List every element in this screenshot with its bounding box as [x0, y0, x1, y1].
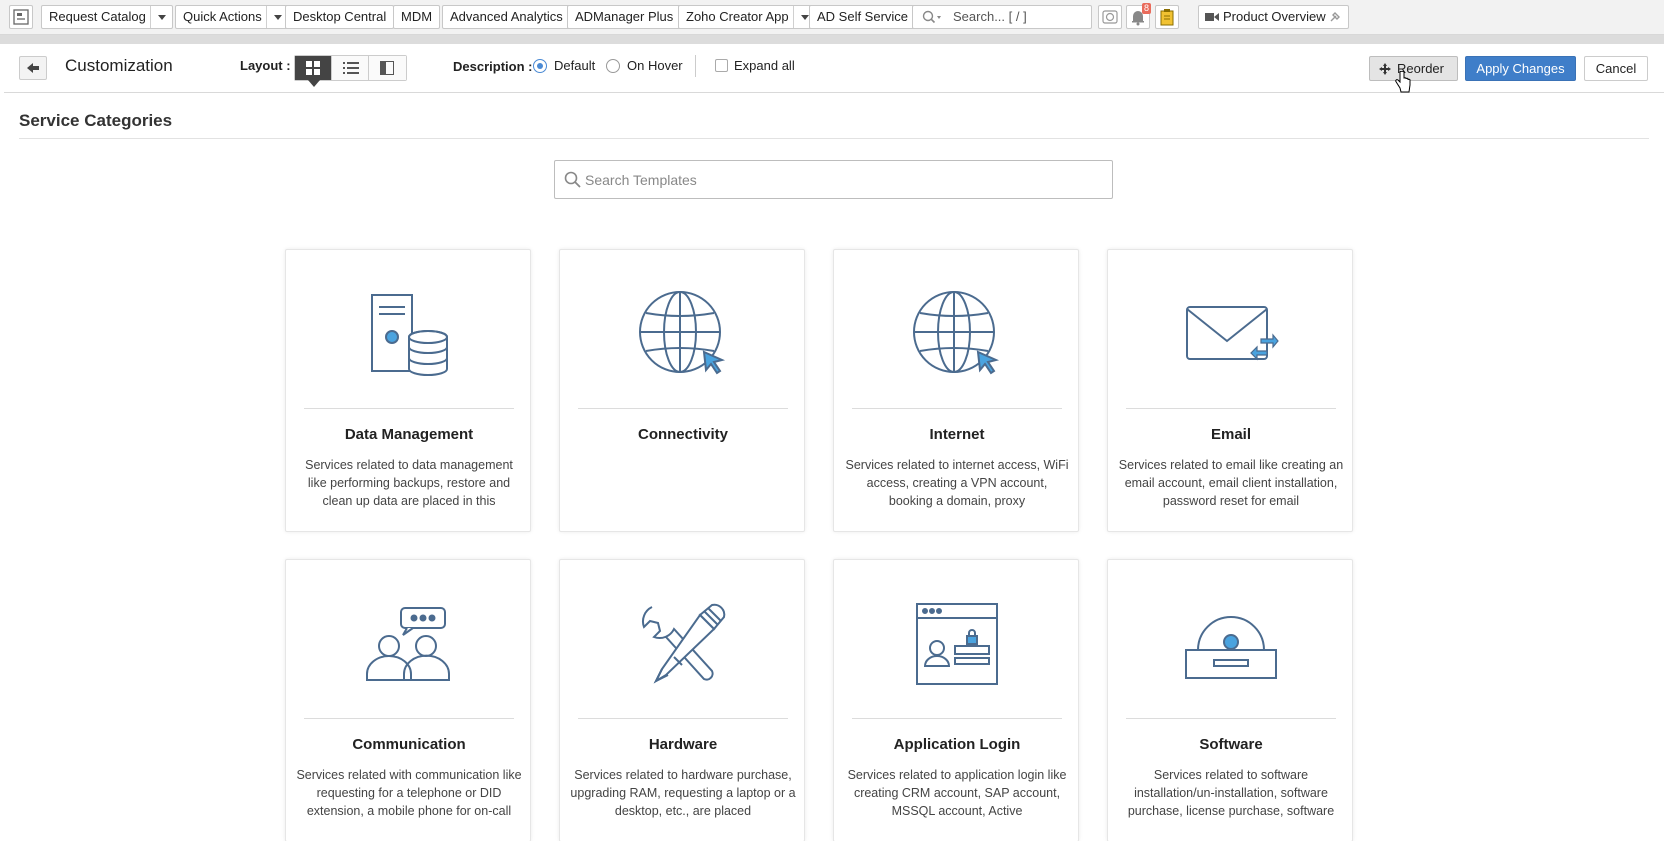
request-catalog-label: Request Catalog	[49, 9, 146, 24]
layout-split-button[interactable]	[369, 56, 406, 80]
global-search-placeholder: Search... [ / ]	[953, 9, 1027, 24]
video-camera-icon	[1205, 13, 1219, 21]
product-overview-label: Product Overview	[1223, 9, 1326, 24]
quick-actions-label: Quick Actions	[183, 9, 262, 24]
cancel-label: Cancel	[1595, 61, 1637, 76]
globe-cursor-icon	[913, 291, 1000, 375]
back-button[interactable]	[19, 56, 47, 80]
description-label: Description :	[453, 59, 533, 74]
category-card-hardware[interactable]: Hardware Services related to hardware pu…	[559, 559, 805, 841]
wrench-screwdriver-icon	[641, 603, 726, 684]
category-title: Application Login	[893, 736, 1021, 753]
category-title: Hardware	[648, 736, 718, 753]
reorder-button[interactable]: Reorder	[1369, 56, 1458, 81]
notification-count-badge: 8	[1142, 3, 1152, 14]
description-default-label: Default	[554, 58, 596, 73]
desktop-central-label: Desktop Central	[293, 9, 387, 24]
zoho-creator-app-label: Zoho Creator App	[686, 9, 789, 24]
customization-header: Customization Layout : Description : Def…	[4, 44, 1664, 93]
cancel-button[interactable]: Cancel	[1584, 56, 1648, 81]
envelope-icon	[1186, 306, 1279, 361]
advanced-analytics-label: Advanced Analytics	[450, 9, 563, 24]
ad-self-service-button[interactable]: AD Self Service	[809, 5, 917, 29]
search-icon	[564, 171, 581, 188]
category-card-application-login[interactable]: Application Login Services related to ap…	[833, 559, 1079, 841]
description-default-radio[interactable]	[533, 59, 547, 73]
category-card-internet[interactable]: Internet Services related to internet ac…	[833, 249, 1079, 532]
pin-icon[interactable]	[1328, 10, 1342, 24]
mdm-label: MDM	[401, 9, 433, 24]
category-card-communication[interactable]: Communication Services related with comm…	[285, 559, 531, 841]
desktop-central-button[interactable]: Desktop Central	[285, 5, 395, 29]
disc-drive-icon	[1185, 616, 1277, 679]
clock-icon[interactable]	[1098, 5, 1122, 29]
move-icon	[1379, 63, 1391, 75]
apply-changes-button[interactable]: Apply Changes	[1465, 56, 1576, 81]
category-title: Data Management	[344, 426, 474, 443]
split-pane-icon	[380, 61, 394, 75]
global-search-input[interactable]: Search... [ / ]	[912, 5, 1092, 29]
header-separator	[695, 55, 696, 77]
category-title: Internet	[929, 426, 985, 443]
description-on-hover-radio[interactable]	[606, 59, 620, 73]
chevron-down-icon[interactable]	[149, 6, 172, 28]
category-description: Services related to software installatio…	[1127, 768, 1335, 818]
category-description: Services related to hardware purchase, u…	[570, 768, 796, 818]
request-catalog-button[interactable]: Request Catalog	[41, 5, 173, 29]
category-description: Services related to email like creating …	[1118, 458, 1344, 508]
layout-switcher	[294, 55, 407, 87]
template-search-input[interactable]	[585, 167, 1085, 193]
description-on-hover-label: On Hover	[627, 58, 683, 73]
grid-icon	[306, 61, 320, 75]
category-card-connectivity[interactable]: Connectivity	[559, 249, 805, 532]
category-description: Services related to internet access, WiF…	[845, 458, 1069, 508]
apply-changes-label: Apply Changes	[1476, 61, 1565, 76]
advanced-analytics-button[interactable]: Advanced Analytics	[442, 5, 571, 29]
category-card-email[interactable]: Email Services related to email like cre…	[1107, 249, 1353, 532]
category-title: Software	[1199, 736, 1263, 753]
category-title: Connectivity	[637, 426, 728, 443]
page-title: Customization	[65, 56, 173, 75]
section-title: Service Categories	[19, 111, 173, 130]
ad-self-service-label: AD Self Service	[817, 9, 909, 24]
zoho-creator-app-button[interactable]: Zoho Creator App	[678, 5, 816, 29]
top-toolbar: Request Catalog Quick Actions Desktop Ce…	[0, 0, 1664, 44]
category-description: Services related to data management like…	[305, 458, 513, 508]
admanager-plus-button[interactable]: ADManager Plus	[567, 5, 682, 29]
expand-all-label: Expand all	[734, 58, 795, 73]
mdm-button[interactable]: MDM	[393, 5, 441, 29]
hand-cursor-icon	[1395, 71, 1411, 93]
people-chat-icon	[366, 607, 450, 681]
product-overview-button[interactable]: Product Overview	[1198, 5, 1349, 29]
category-card-data-management[interactable]: Data Management Services related to data…	[285, 249, 531, 532]
layout-label: Layout :	[240, 58, 291, 73]
expand-all-checkbox[interactable]	[715, 59, 728, 72]
clipboard-icon[interactable]	[1155, 5, 1179, 29]
toolbar-divider	[0, 35, 1664, 44]
category-title: Email	[1210, 426, 1252, 443]
category-card-software[interactable]: Software Services related to software in…	[1107, 559, 1353, 841]
category-title: Communication	[352, 736, 466, 753]
template-search-box[interactable]	[554, 160, 1113, 199]
section-divider	[19, 138, 1649, 139]
search-icon	[922, 10, 941, 24]
quick-actions-button[interactable]: Quick Actions	[175, 5, 289, 29]
admanager-plus-label: ADManager Plus	[575, 9, 674, 24]
app-menu-icon[interactable]	[9, 5, 33, 29]
category-description: Services related with communication like…	[296, 768, 522, 818]
data-management-icon	[371, 294, 448, 376]
category-description: Services related to application login li…	[847, 768, 1067, 818]
globe-cursor-icon	[639, 291, 726, 375]
list-icon	[343, 62, 359, 74]
app-login-icon	[916, 603, 998, 685]
layout-list-button[interactable]	[332, 56, 369, 80]
layout-grid-button[interactable]	[295, 56, 332, 87]
